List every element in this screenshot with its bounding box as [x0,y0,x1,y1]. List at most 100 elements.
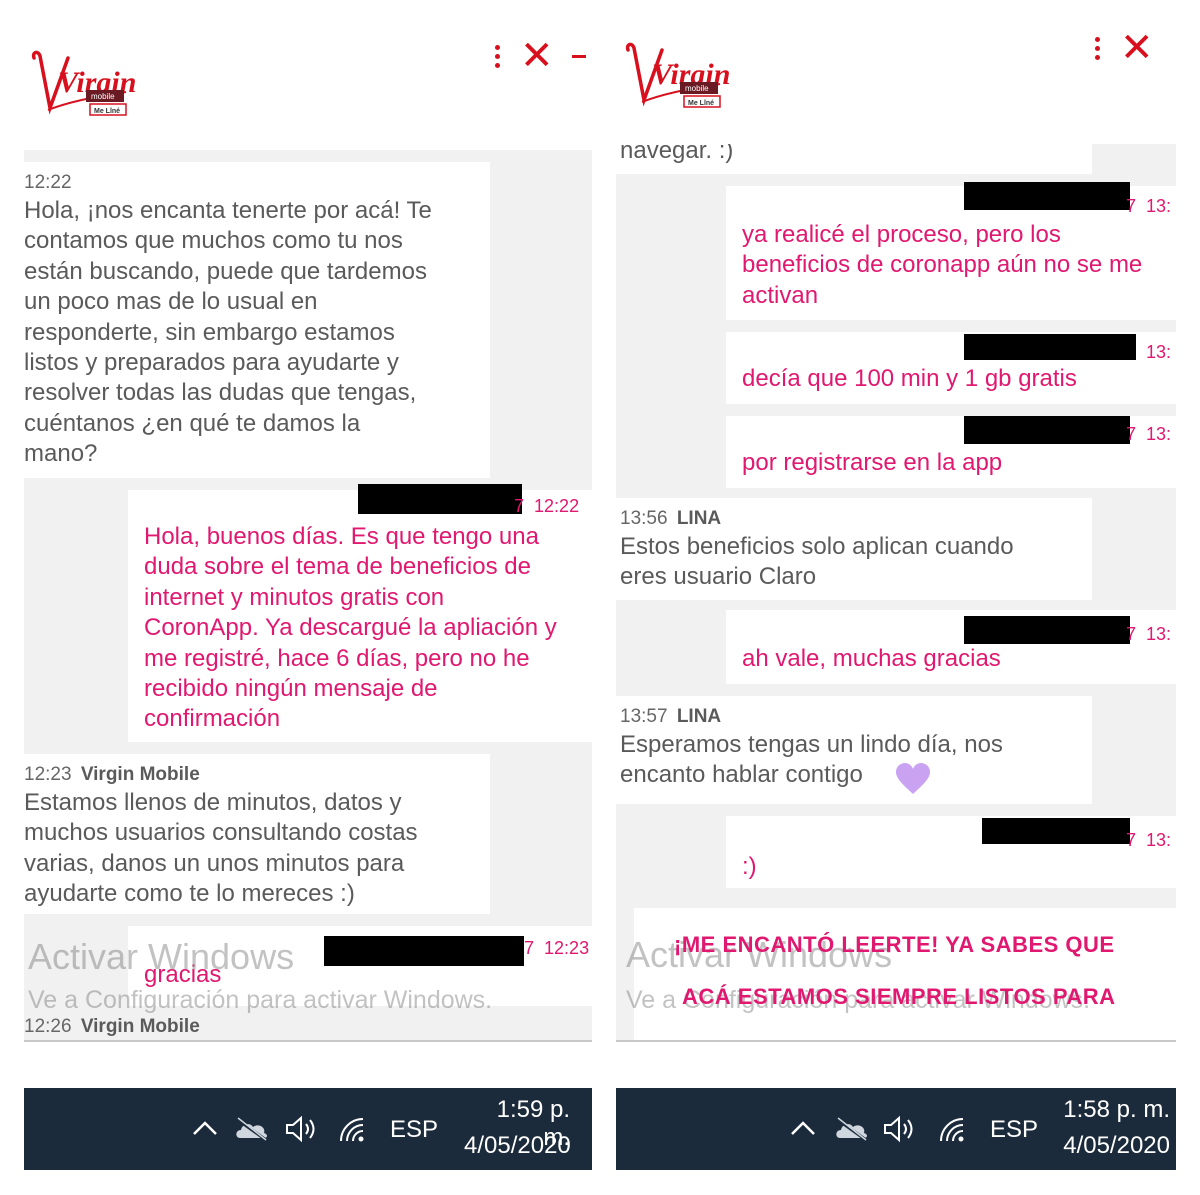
sender-name: Virgin Mobile [80,764,200,785]
redacted-phone [964,182,1130,210]
closing-line: ACÁ ESTAMOS SIEMPRE LISTOS PARA [682,984,1116,1009]
phone-tail: 7 [1126,196,1137,216]
user-message: 7 12:22 Hola, buenos días. Es que tengo … [128,484,592,742]
volume-icon[interactable] [882,1114,918,1144]
message-meta: 7 13: [1126,196,1171,217]
clock-time[interactable]: 1:58 p. m. [1056,1096,1170,1124]
message-text: Estamos llenos de minutos, datos y mucho… [24,788,418,910]
text-line: Esperamos tengas un lindo día, nos [620,731,1003,758]
redacted-phone [358,484,522,514]
message-time: 13:56 [620,508,668,529]
message-text: Hola, ¡nos encanta tenerte por acá! Te c… [24,196,432,470]
chat-area[interactable]: 12:22 Hola, ¡nos encanta tenerte por acá… [24,150,592,1040]
message-time: 13: [1146,830,1172,850]
message-input[interactable] [24,1040,592,1042]
text-line: ayudarte como te lo mereces :) [24,880,355,908]
text-line: mano? [24,440,98,468]
redacted-phone [964,616,1130,644]
message-text: ya realicé el proceso, pero los benefici… [742,220,1142,311]
redacted-phone [982,818,1130,844]
close-icon[interactable]: ✕ [520,36,554,76]
text-line: confirmación [144,705,281,733]
text-line: cuéntanos ¿en qué te damos la [24,409,361,437]
left-chat-window: Virgin mobile Me Llné ✕ 12:22 Hola, ¡nos… [24,0,592,1195]
text-line: están buscando, puede que tardemos [24,257,427,285]
message-meta: 7 12:23 [524,938,589,959]
text-line: duda sobre el tema de beneficios de [144,553,531,581]
agent-message: 13:56 LINA Estos beneficios solo aplican… [616,498,1092,600]
window-controls: ✕ [1092,28,1154,68]
more-vert-icon[interactable] [492,44,502,68]
user-message: 7 13: ah vale, muchas gracias [726,610,1176,684]
text-line: me registré, hace 6 días, pero no he [144,644,530,672]
taskbar: ESP 1:58 p. m. 4/05/2020 [616,1088,1176,1170]
message-time: 12:22 [534,496,580,516]
message-meta: 12:23 Virgin Mobile [24,764,200,786]
text-line: encanto hablar contigo [620,761,863,789]
clock-date[interactable]: 4/05/2020 [1056,1132,1170,1160]
window-controls: ✕ [492,36,586,76]
heart-icon [896,763,930,794]
phone-tail: 7 [1126,830,1137,850]
text-line: Hola, ¡nos encanta tenerte por acá! Te [24,197,432,224]
closing-line: ¡ME ENCANTÓ LEERTE! YA SABES QUE [674,932,1115,957]
onedrive-icon[interactable] [234,1116,270,1142]
chat-area[interactable]: navegar. :) 7 13: ya realicé el proceso,… [616,144,1176,1040]
right-chat-window: Virgin mobile Me Llné ✕ navegar. :) 7 13… [616,0,1176,1195]
text-line: eres usuario Claro [620,563,817,591]
text-line: Estamos llenos de minutos, datos y [24,789,402,816]
wifi-icon[interactable] [938,1116,966,1144]
message-time: 12:22 [24,172,72,193]
agent-message: 12:22 Hola, ¡nos encanta tenerte por acá… [24,162,490,478]
agent-message: 13:57 LINA Esperamos tengas un lindo día… [616,696,1092,804]
more-vert-icon[interactable] [1092,36,1102,60]
clock-date[interactable]: 4/05/2020 [464,1132,571,1160]
text-line: listos y preparados para ayudarte y [24,349,399,377]
sender-name: Virgin Mobile [80,1016,200,1037]
logo-sub-mobile: mobile [685,84,709,93]
text-line: ah vale, muchas gracias [742,645,1001,672]
text-line: internet y minutos gratis con [144,583,445,611]
message-meta: 12:26 Virgin Mobile [24,1016,200,1038]
language-indicator[interactable]: ESP [990,1116,1038,1144]
phone-tail: 7 [524,938,535,958]
logo-sub-mobile: mobile [91,92,115,101]
text-line: decía que 100 min y 1 gb gratis [742,365,1077,392]
text-line: ya realicé el proceso, pero los [742,221,1061,248]
message-text: Esperamos tengas un lindo día, nos encan… [620,730,1003,791]
chevron-up-icon[interactable] [192,1120,218,1136]
text-line: varias, danos un unos minutos para [24,849,405,877]
text-line: resolver todas las dudas que tengas, [24,379,417,407]
onedrive-icon[interactable] [834,1116,870,1142]
text-line: Hola, buenos días. Es que tengo una [144,523,539,550]
virgin-mobile-logo: Virgin mobile Me Llné [28,48,138,130]
chevron-up-icon[interactable] [790,1120,816,1136]
message-time: 13: [1146,424,1172,444]
text-line: muchos usuarios consultando costas [24,819,418,847]
agent-message: 12:23 Virgin Mobile Estamos llenos de mi… [24,754,490,914]
user-message: 13: decía que 100 min y 1 gb gratis [726,332,1176,404]
message-meta: 7 13: [1126,830,1171,851]
close-icon[interactable]: ✕ [1120,28,1154,68]
sender-name: LINA [676,508,722,529]
message-meta: 7 13: [1126,424,1171,445]
message-input[interactable] [616,1040,1176,1042]
volume-icon[interactable] [284,1114,320,1144]
user-message: 7 13: ya realicé el proceso, pero los be… [726,182,1176,320]
phone-tail: 7 [1126,424,1137,444]
redacted-phone [324,936,524,966]
text-line: navegar. :) [620,144,734,164]
message-meta: 13: [1146,342,1171,363]
message-time: 13: [1146,342,1172,362]
minimize-icon[interactable] [571,54,586,58]
phone-tail: 7 [1126,624,1137,644]
language-indicator[interactable]: ESP [390,1116,438,1144]
message-meta: 12:22 [24,172,72,194]
wifi-icon[interactable] [338,1116,366,1144]
text-line: por registrarse en la app [742,449,1003,476]
text-line: un poco mas de lo usual en [24,288,318,316]
message-time: 13: [1146,624,1172,644]
message-text: Estos beneficios solo aplican cuando ere… [620,532,1014,593]
message-meta: 13:57 LINA [620,706,721,728]
message-time: 12:23 [544,938,590,958]
